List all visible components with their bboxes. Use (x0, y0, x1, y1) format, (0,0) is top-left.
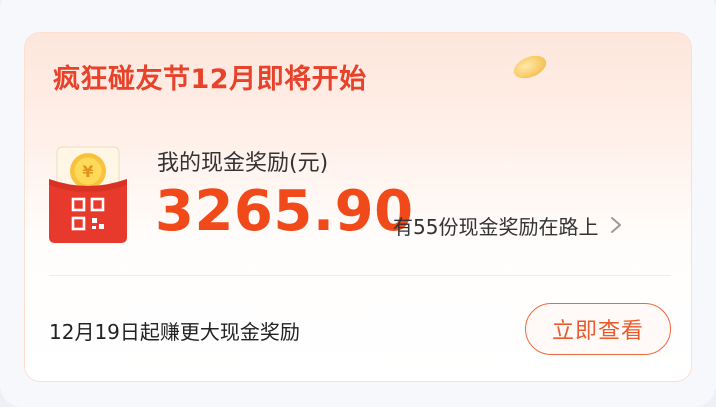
red-envelope-coin-icon: ¥ (49, 146, 127, 243)
divider (49, 275, 671, 276)
gold-coin-icon (510, 51, 550, 83)
view-now-button[interactable]: 立即查看 (525, 303, 671, 355)
reward-label: 我的现金奖励(元) (157, 151, 329, 176)
svg-text:¥: ¥ (82, 162, 93, 181)
promo-title: 疯狂碰友节12月即将开始 (53, 64, 367, 95)
cash-reward-card[interactable]: 疯狂碰友节12月即将开始 ¥ 我的现金奖励(元) 3265.90 有55份现金奖… (24, 32, 692, 382)
promo-start-text: 12月19日起赚更大现金奖励 (49, 320, 300, 344)
chevron-right-icon (611, 217, 622, 233)
pending-rewards-text: 有55份现金奖励在路上 (393, 214, 599, 239)
reward-amount: 3265.90 (155, 179, 414, 244)
pending-rewards-link[interactable]: 有55份现金奖励在路上 (393, 213, 622, 239)
